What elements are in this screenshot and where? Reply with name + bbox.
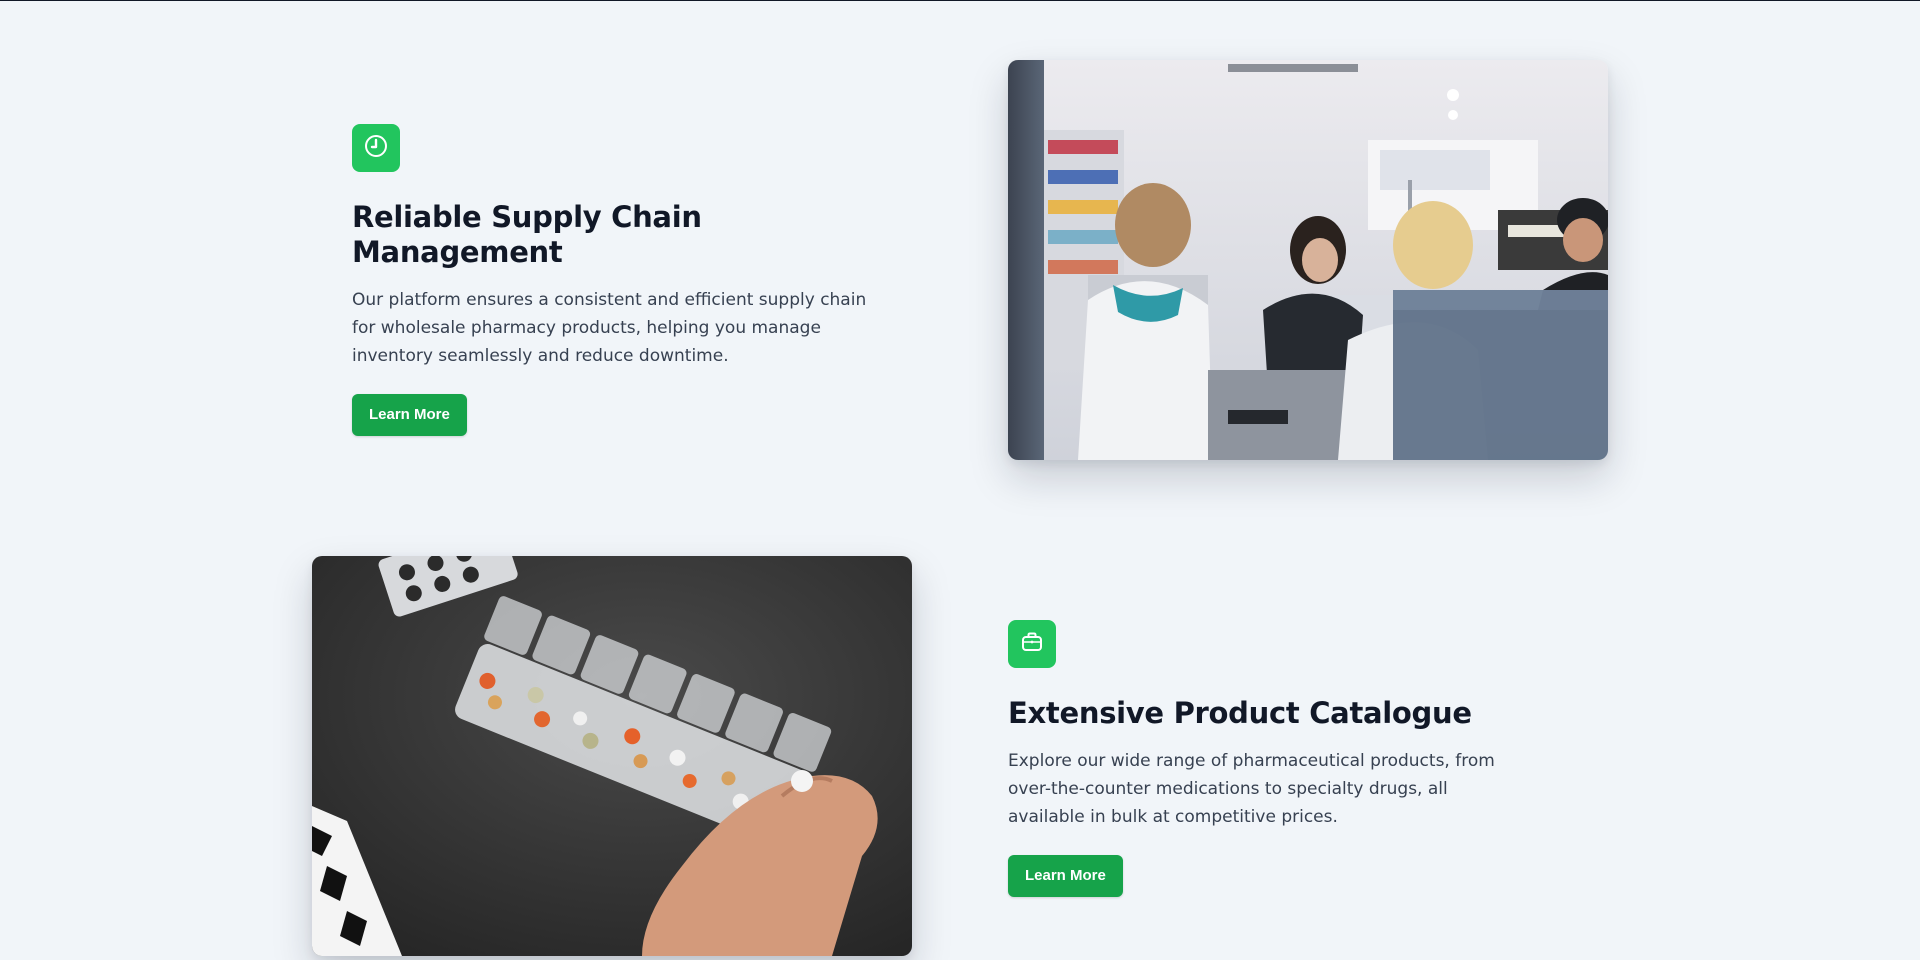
feature-description: Our platform ensures a consistent and ef… [352,289,867,366]
briefcase-icon [1019,629,1045,659]
feature-text: Extensive Product Catalogue Explore our … [1008,620,1548,897]
learn-more-button[interactable]: Learn More [352,393,467,436]
clock-icon [363,133,389,163]
feature-description: Explore our wide range of pharmaceutical… [1008,750,1495,827]
feature-title: Reliable Supply Chain Management [352,200,702,269]
feature-text: Reliable Supply Chain Management Our pla… [352,124,892,436]
top-divider [0,0,1920,1]
pharmacy-counter-photo [1008,60,1608,460]
pill-organizer-photo [312,556,912,956]
feature-title: Extensive Product Catalogue [1008,696,1472,730]
feature-icon-badge [352,124,400,172]
feature-icon-badge [1008,620,1056,668]
learn-more-button[interactable]: Learn More [1008,854,1123,897]
